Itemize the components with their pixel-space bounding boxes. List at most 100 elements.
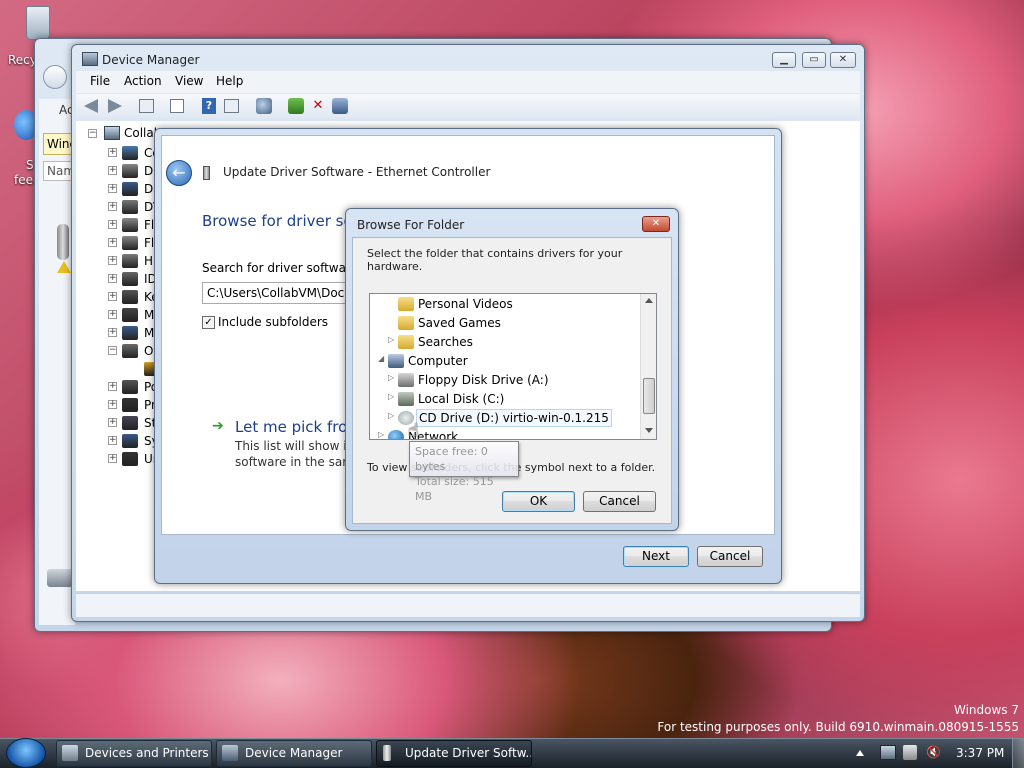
view-icon[interactable]	[224, 99, 239, 113]
drive-tooltip: Space free: 0 bytes Total size: 515 MB	[409, 441, 519, 503]
clock[interactable]: 3:37 PM	[956, 746, 1004, 760]
device-tree-item[interactable]: M	[144, 324, 154, 342]
taskbar-devices-printers[interactable]: Devices and Printers	[56, 740, 212, 767]
device-category-icon	[122, 398, 138, 412]
device-category-icon	[122, 272, 138, 286]
scan-hardware-icon[interactable]	[256, 98, 272, 114]
menu-help[interactable]: Help	[216, 74, 243, 88]
menu-view[interactable]: View	[175, 74, 203, 88]
tree-expander[interactable]: +	[108, 220, 117, 229]
folder-icon	[398, 316, 414, 330]
browse-close-button[interactable]: ✕	[642, 216, 670, 232]
device-manager-icon	[82, 52, 98, 66]
show-hide-icon[interactable]	[170, 99, 184, 113]
properties-icon[interactable]	[139, 99, 154, 113]
path-input[interactable]: C:\Users\CollabVM\Docun	[202, 282, 362, 304]
device-category-icon	[122, 308, 138, 322]
folder-item[interactable]: CD Drive (D:) virtio-win-0.1.215	[416, 409, 612, 427]
start-button[interactable]	[6, 738, 46, 768]
menu-file[interactable]: File	[90, 74, 110, 88]
tree-scrollbar[interactable]	[640, 294, 656, 439]
update-cancel-button[interactable]: Cancel	[697, 546, 763, 567]
device-category-icon	[122, 236, 138, 250]
device-manager-title: Device Manager	[102, 53, 200, 67]
folder-expander-icon[interactable]: ▷	[378, 430, 384, 439]
device-tree-item[interactable]: Fl	[144, 234, 154, 252]
disable-icon[interactable]	[332, 98, 348, 114]
tree-expander[interactable]: +	[108, 400, 117, 409]
network-icon	[388, 430, 404, 439]
folder-item[interactable]: Computer	[408, 352, 468, 370]
tree-expander[interactable]: +	[108, 418, 117, 427]
disk-icon	[398, 392, 414, 406]
show-hidden-icons-arrow-icon[interactable]	[856, 750, 864, 756]
tree-expander[interactable]: −	[108, 346, 117, 355]
uninstall-icon[interactable]: ✕	[310, 98, 326, 114]
back-button[interactable]: ←	[166, 160, 192, 186]
device-tree-item[interactable]: M	[144, 306, 154, 324]
green-arrow-icon: ➔	[212, 418, 224, 434]
tree-expander[interactable]: +	[108, 202, 117, 211]
back-nav-circle[interactable]	[43, 65, 67, 89]
tree-expander[interactable]: +	[108, 436, 117, 445]
folder-item[interactable]: Saved Games	[418, 314, 501, 332]
folder-expander-icon[interactable]: ◢	[378, 354, 384, 363]
show-desktop-button[interactable]	[1012, 739, 1024, 768]
tree-expander[interactable]: +	[108, 166, 117, 175]
minimize-button[interactable]: ▁	[772, 52, 796, 68]
tooltip-space-free: Space free: 0 bytes	[415, 445, 488, 473]
menu-bar: File Action View Help	[76, 71, 860, 93]
tree-expander[interactable]: +	[108, 148, 117, 157]
tree-expander[interactable]: +	[108, 454, 117, 463]
device-manager-taskbar-icon	[222, 745, 238, 761]
device-category-icon	[122, 452, 138, 466]
taskbar-update-driver[interactable]: Update Driver Softw...	[376, 740, 532, 767]
device-category-icon	[122, 254, 138, 268]
taskbar-device-manager[interactable]: Device Manager	[216, 740, 372, 767]
volume-muted-icon[interactable]: 🔇	[926, 745, 941, 759]
browse-cancel-button[interactable]: Cancel	[583, 491, 656, 512]
tree-expander[interactable]: +	[108, 238, 117, 247]
update-heading: Browse for driver sof	[202, 212, 358, 230]
scroll-down-arrow-icon[interactable]	[645, 428, 653, 433]
device-category-icon	[122, 326, 138, 340]
folder-icon	[398, 297, 414, 311]
floppy-icon	[398, 373, 414, 387]
folder-item[interactable]: Personal Videos	[418, 295, 513, 313]
device-category-icon	[122, 146, 138, 160]
tree-expander[interactable]: +	[108, 274, 117, 283]
folder-expander-icon[interactable]: ▷	[388, 392, 394, 401]
menu-action[interactable]: Action	[124, 74, 162, 88]
tree-expander[interactable]: +	[108, 184, 117, 193]
action-center-icon[interactable]	[903, 745, 917, 760]
close-button[interactable]: ✕	[830, 52, 856, 68]
pick-desc-line2: software in the same	[235, 455, 362, 469]
next-button[interactable]: Next	[623, 546, 689, 567]
folder-expander-icon[interactable]: ▷	[388, 411, 394, 420]
scroll-thumb[interactable]	[643, 378, 655, 414]
folder-expander-icon[interactable]: ▷	[388, 335, 394, 344]
tree-expander[interactable]: +	[108, 256, 117, 265]
tree-expander[interactable]: +	[108, 328, 117, 337]
tree-expander[interactable]: +	[108, 310, 117, 319]
folder-expander-icon[interactable]: ▷	[388, 373, 394, 382]
tree-expander[interactable]: +	[108, 382, 117, 391]
update-driver-icon[interactable]	[288, 98, 304, 114]
forward-arrow-icon[interactable]	[108, 99, 122, 113]
folder-item[interactable]: Searches	[418, 333, 473, 351]
tree-expander[interactable]: +	[108, 292, 117, 301]
scroll-up-arrow-icon[interactable]	[645, 298, 653, 303]
folder-item[interactable]: Floppy Disk Drive (A:)	[418, 371, 549, 389]
pick-from-list-link[interactable]: Let me pick from	[235, 418, 362, 436]
folder-item[interactable]: Local Disk (C:)	[418, 390, 504, 408]
root-collapse-toggle[interactable]: −	[88, 129, 97, 138]
maximize-button[interactable]: ▭	[802, 52, 826, 68]
include-subfolders-checkbox[interactable]: ✓	[202, 316, 215, 329]
help-icon[interactable]: ?	[202, 98, 216, 114]
network-tray-icon[interactable]	[880, 745, 896, 760]
build-watermark-title: Windows 7	[953, 703, 1019, 717]
back-arrow-icon[interactable]	[84, 99, 98, 113]
device-category-icon	[122, 200, 138, 214]
folder-tree[interactable]: Personal Videos Saved Games ▷ Searches ◢ Comp…	[369, 293, 657, 440]
device-tree-item[interactable]: Fl	[144, 216, 154, 234]
